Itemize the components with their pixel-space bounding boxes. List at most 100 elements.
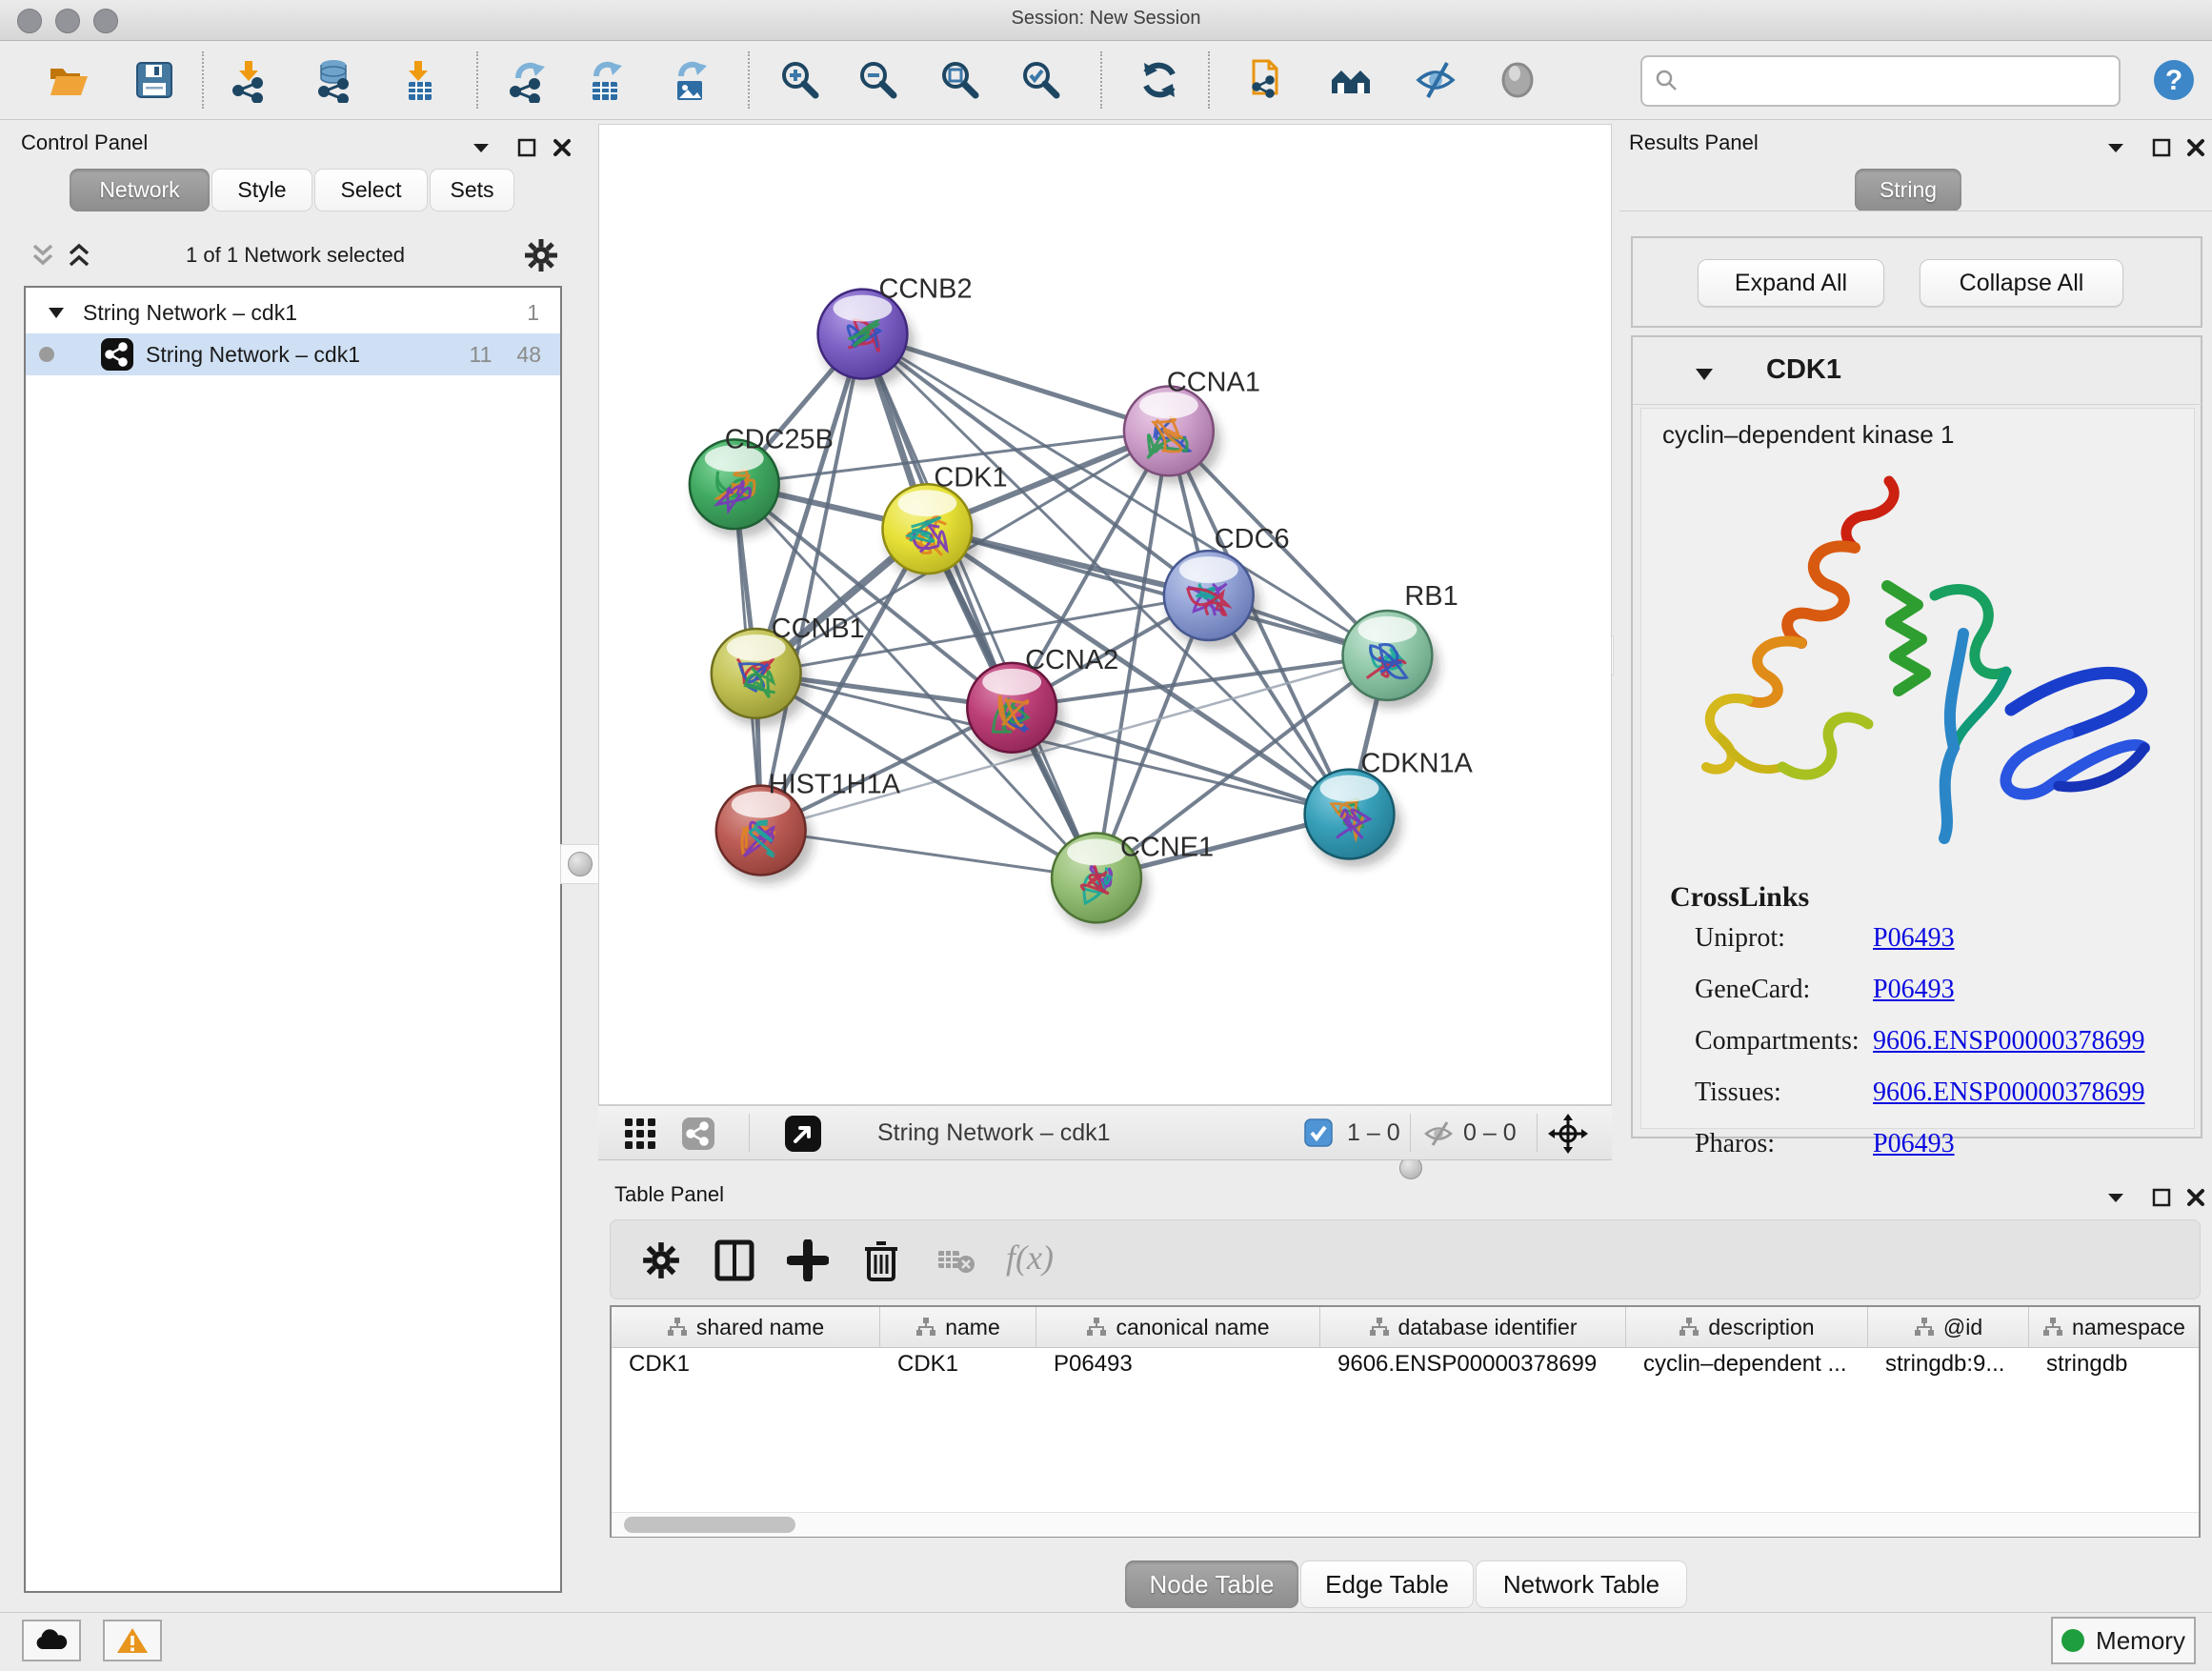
- table-options-gear-icon[interactable]: [642, 1241, 680, 1279]
- import-annotation-button[interactable]: [1242, 57, 1288, 103]
- crosslink-pharos-link[interactable]: P06493: [1873, 1129, 1955, 1159]
- tab-sets[interactable]: Sets: [430, 169, 514, 211]
- cloud-status-button[interactable]: [22, 1620, 81, 1661]
- collapse-all-button[interactable]: Collapse All: [1920, 259, 2123, 307]
- selected-checkbox-icon[interactable]: [1304, 1118, 1333, 1147]
- export-table-button[interactable]: [583, 57, 629, 103]
- table-cell[interactable]: stringdb: [2046, 1351, 2189, 1385]
- tree-expander-icon[interactable]: [47, 305, 66, 320]
- export-image-button[interactable]: [668, 57, 714, 103]
- network-type-icon[interactable]: [681, 1117, 715, 1151]
- import-network-file-button[interactable]: [226, 57, 271, 103]
- column-header[interactable]: @id: [1868, 1307, 2029, 1347]
- column-header[interactable]: database identifier: [1320, 1307, 1626, 1347]
- function-builder-button[interactable]: f(x): [1006, 1238, 1054, 1278]
- graph-node-CDC6[interactable]: CDC6: [1164, 524, 1290, 649]
- hide-panels-button[interactable]: [1413, 57, 1458, 103]
- network-options-gear-icon[interactable]: [524, 238, 558, 272]
- delete-table-icon[interactable]: [936, 1245, 975, 1276]
- graph-node-CDC25B[interactable]: CDC25B: [690, 424, 834, 537]
- hidden-eye-slash-icon: [1423, 1118, 1454, 1149]
- delete-column-icon[interactable]: [861, 1238, 901, 1283]
- show-panels-button[interactable]: [1495, 57, 1540, 103]
- network-graph[interactable]: CCNB2CCNA1CDC25BCDK1CDC6RB1CCNB1CCNA2CDK…: [599, 125, 1611, 1104]
- table-cell[interactable]: 9606.ENSP00000378699: [1337, 1351, 1620, 1385]
- column-header[interactable]: shared name: [612, 1307, 880, 1347]
- graph-node-CCNB2[interactable]: CCNB2: [818, 274, 973, 388]
- results-panel-close-icon[interactable]: [2183, 135, 2208, 160]
- apply-layout-button[interactable]: [1136, 57, 1182, 103]
- warnings-button[interactable]: [103, 1620, 162, 1661]
- collection-count: 1: [527, 300, 539, 326]
- import-table-button[interactable]: [395, 57, 441, 103]
- table-panel-float-icon[interactable]: [2149, 1185, 2174, 1210]
- entry-expander-icon[interactable]: [1694, 366, 1715, 382]
- zoom-in-button[interactable]: [777, 57, 823, 103]
- crosslink-compartments-link[interactable]: 9606.ENSP00000378699: [1873, 1026, 2144, 1057]
- graph-node-CCNE1[interactable]: CCNE1: [1052, 833, 1214, 932]
- import-network-database-button[interactable]: [311, 57, 356, 103]
- table-cell[interactable]: cyclin–dependent ...: [1643, 1351, 1862, 1385]
- column-header[interactable]: description: [1626, 1307, 1868, 1347]
- help-button[interactable]: ?: [2151, 57, 2197, 103]
- tab-network[interactable]: Network: [70, 169, 210, 211]
- search-input[interactable]: [1640, 55, 2121, 107]
- collapse-all-networks-icon[interactable]: [29, 240, 57, 272]
- graph-node-CDK1[interactable]: CDK1: [882, 462, 1007, 582]
- open-session-button[interactable]: [45, 57, 90, 103]
- left-splitter-handle[interactable]: [560, 844, 600, 884]
- table-cell[interactable]: P06493: [1054, 1351, 1315, 1385]
- table-cell[interactable]: stringdb:9...: [1885, 1351, 2023, 1385]
- column-header[interactable]: canonical name: [1036, 1307, 1320, 1347]
- results-panel-menu-icon[interactable]: [2103, 135, 2128, 160]
- graph-node-CCNB1[interactable]: CCNB1: [712, 614, 865, 727]
- open-in-window-icon[interactable]: [784, 1115, 822, 1153]
- zoom-selected-button[interactable]: [1018, 57, 1064, 103]
- graph-node-CCNA1[interactable]: CCNA1: [1124, 367, 1260, 484]
- crosslink-genecard-link[interactable]: P06493: [1873, 975, 1955, 1005]
- expand-all-button[interactable]: Expand All: [1698, 259, 1884, 307]
- node-table[interactable]: shared name name canonical name database…: [610, 1305, 2201, 1538]
- control-panel-title: Control Panel: [21, 131, 148, 155]
- graph-node-CDKN1A[interactable]: CDKN1A: [1305, 749, 1474, 868]
- expand-all-networks-icon[interactable]: [65, 240, 93, 272]
- home-button[interactable]: [1328, 57, 1374, 103]
- table-panel-menu-icon[interactable]: [2103, 1185, 2128, 1210]
- control-panel-close-icon[interactable]: [550, 135, 574, 160]
- table-cell[interactable]: CDK1: [897, 1351, 1031, 1385]
- control-panel-menu-icon[interactable]: [469, 135, 493, 160]
- crosslink-uniprot-link[interactable]: P06493: [1873, 923, 1955, 954]
- horizontal-scrollbar[interactable]: [612, 1512, 2199, 1537]
- add-column-icon[interactable]: [787, 1239, 829, 1281]
- network-canvas[interactable]: CCNB2CCNA1CDC25BCDK1CDC6RB1CCNB1CCNA2CDK…: [598, 124, 1612, 1105]
- scrollbar-thumb[interactable]: [624, 1517, 795, 1533]
- zoom-out-button[interactable]: [855, 57, 901, 103]
- show-columns-icon[interactable]: [714, 1239, 754, 1281]
- birds-eye-view-icon[interactable]: [623, 1117, 657, 1151]
- export-image-icon: [668, 57, 714, 103]
- tab-network-table[interactable]: Network Table: [1476, 1560, 1687, 1608]
- tab-node-table[interactable]: Node Table: [1125, 1560, 1298, 1608]
- tab-edge-table[interactable]: Edge Table: [1300, 1560, 1474, 1608]
- fit-content-crosshair-icon[interactable]: [1547, 1113, 1589, 1155]
- tab-style[interactable]: Style: [211, 169, 312, 211]
- table-cell[interactable]: CDK1: [629, 1351, 875, 1385]
- column-header[interactable]: namespace: [2029, 1307, 2199, 1347]
- tab-string[interactable]: String: [1855, 169, 1961, 211]
- save-session-button[interactable]: [131, 57, 177, 103]
- memory-status-dot: [2061, 1629, 2084, 1652]
- control-panel-float-icon[interactable]: [514, 135, 539, 160]
- graph-node-RB1[interactable]: RB1: [1343, 581, 1458, 709]
- network-collection-row[interactable]: String Network – cdk1 1: [26, 292, 560, 333]
- zoom-fit-button[interactable]: [937, 57, 983, 103]
- network-row-selected[interactable]: String Network – cdk1 11 48: [26, 333, 560, 375]
- open-folder-icon: [45, 57, 90, 103]
- graph-node-HIST1H1A[interactable]: HIST1H1A: [716, 770, 901, 884]
- export-network-button[interactable]: [505, 57, 551, 103]
- tab-select[interactable]: Select: [314, 169, 428, 211]
- table-panel-close-icon[interactable]: [2183, 1185, 2208, 1210]
- column-header[interactable]: name: [880, 1307, 1036, 1347]
- results-panel-float-icon[interactable]: [2149, 135, 2174, 160]
- memory-button[interactable]: Memory: [2051, 1617, 2196, 1664]
- crosslink-tissues-link[interactable]: 9606.ENSP00000378699: [1873, 1077, 2144, 1108]
